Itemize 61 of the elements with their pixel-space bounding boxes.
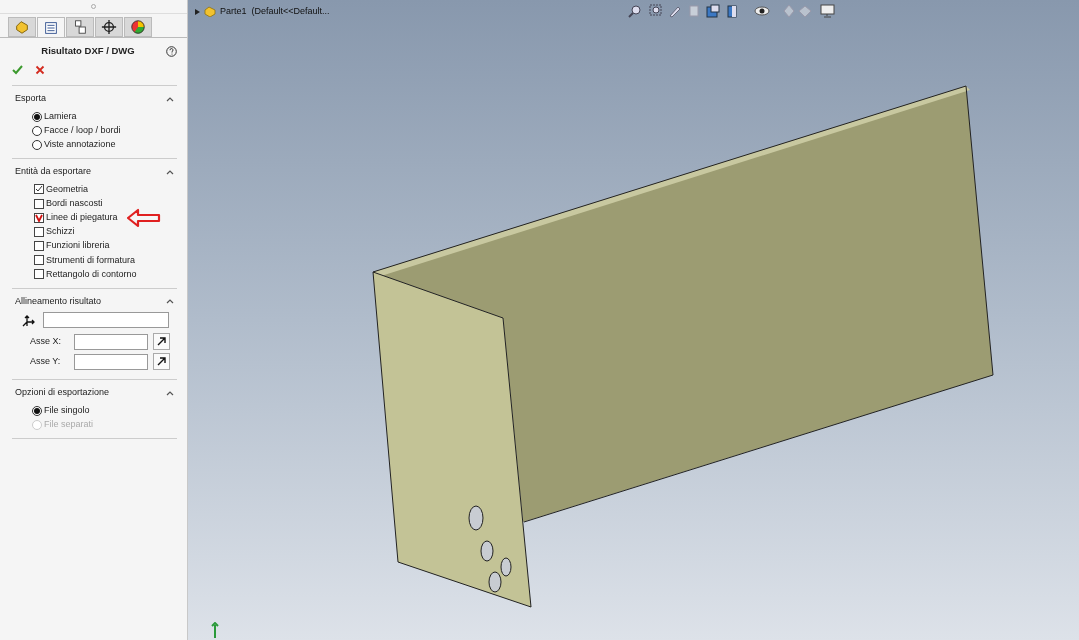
panel-tab[interactable] — [37, 17, 65, 37]
radio-button[interactable] — [32, 405, 42, 416]
ok-check-icon[interactable] — [12, 65, 23, 76]
color-wheel-icon — [130, 19, 146, 35]
radio-label: Viste annotazione — [44, 138, 116, 151]
radio-button[interactable] — [32, 111, 42, 122]
checkbox-label: Strumenti di formatura — [46, 253, 136, 267]
checkbox-label: Geometria — [46, 182, 89, 196]
axis-triad-icon — [210, 622, 220, 638]
checkbox[interactable] — [34, 184, 44, 195]
field-label: Asse X: — [30, 334, 62, 348]
crosshair-icon — [101, 19, 117, 35]
checkbox[interactable] — [34, 198, 44, 209]
radio-label: File separati — [44, 417, 94, 431]
checkbox-label: Funzioni libreria — [46, 239, 110, 253]
checkbox-label: Bordi nascosti — [46, 196, 103, 210]
cancel-x-icon[interactable] — [35, 65, 45, 76]
feature-tree-item[interactable]: Parte1 (Default<<Default... — [220, 5, 330, 19]
section-title: Opzioni di esportazione — [15, 386, 110, 400]
panel-tab[interactable] — [66, 17, 94, 37]
view-orientation-icon[interactable] — [706, 4, 720, 18]
checkbox[interactable] — [34, 269, 44, 280]
axes-icon — [22, 313, 35, 327]
arrow-icon — [156, 336, 167, 348]
direction-button[interactable] — [153, 333, 170, 351]
radio-label: Facce / loop / bordi — [44, 124, 121, 137]
section-title: Allineamento risultato — [15, 294, 102, 308]
panel-tab[interactable] — [95, 17, 123, 37]
part-icon — [14, 19, 30, 35]
section-title: Entità da esportare — [15, 164, 92, 178]
help-icon[interactable] — [166, 45, 177, 57]
input-field[interactable] — [43, 312, 169, 329]
checkbox-label: Rettangolo di contorno — [46, 267, 137, 281]
panel-tab[interactable] — [124, 17, 152, 37]
list-icon — [43, 19, 59, 36]
panel-title: Risultato DXF / DWG — [40, 44, 136, 58]
radio-button[interactable] — [32, 125, 42, 136]
zoom-fit-icon[interactable] — [628, 4, 642, 18]
collapse-chevron-icon[interactable] — [166, 298, 174, 305]
collapse-chevron-icon[interactable] — [166, 168, 174, 175]
checkbox[interactable] — [34, 255, 44, 266]
radio-label: File singolo — [44, 403, 90, 417]
checkbox[interactable] — [34, 241, 44, 252]
field-label: Asse Y: — [30, 354, 62, 368]
config-icon — [72, 19, 88, 35]
zoom-area-icon[interactable] — [648, 4, 662, 18]
section-title: Esporta — [15, 92, 47, 106]
collapse-chevron-icon[interactable] — [166, 96, 174, 102]
checkbox[interactable] — [34, 226, 44, 237]
radio-label: Lamiera — [44, 110, 77, 123]
input-field[interactable] — [74, 333, 148, 350]
checkbox-label: Linee di piegatura — [46, 210, 118, 224]
input-field[interactable] — [74, 353, 148, 370]
checkbox-label: Schizzi — [46, 225, 75, 239]
radio-button[interactable] — [32, 139, 42, 150]
expand-arrow-icon[interactable] — [195, 8, 200, 15]
checkbox[interactable] — [34, 212, 44, 223]
arrow-icon — [156, 356, 167, 368]
collapse-chevron-icon[interactable] — [166, 389, 174, 396]
direction-button[interactable] — [153, 353, 170, 371]
part-icon — [204, 6, 216, 18]
